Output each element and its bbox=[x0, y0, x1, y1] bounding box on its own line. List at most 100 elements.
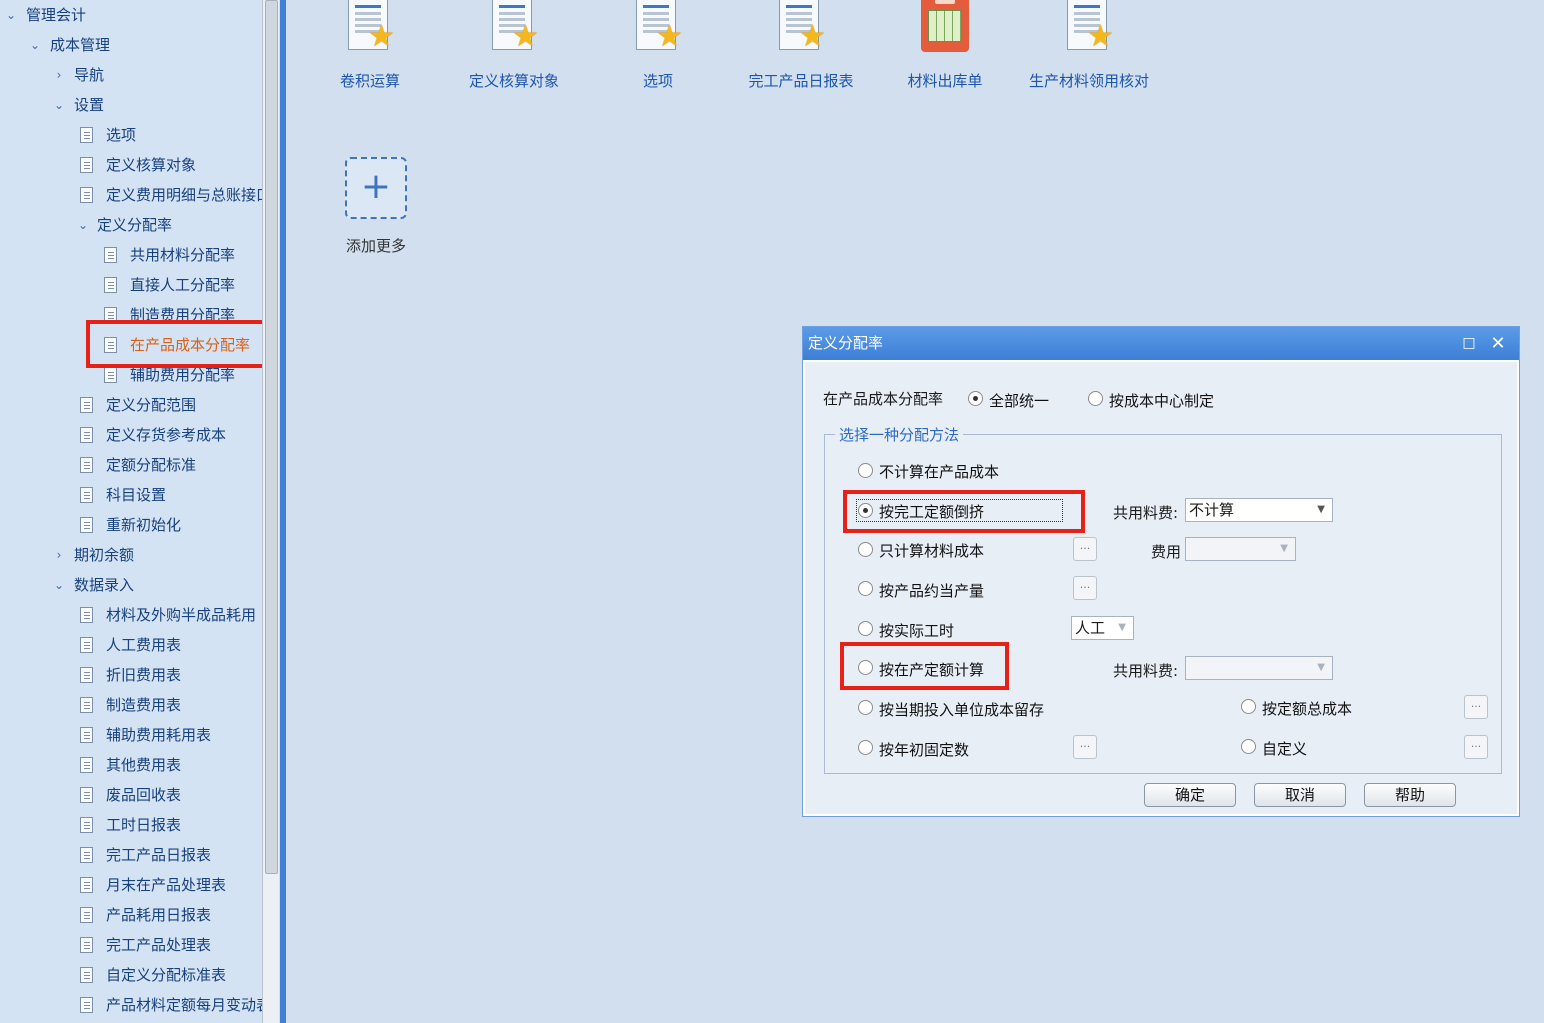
radio-actual-work-hours[interactable] bbox=[858, 621, 873, 636]
document-icon bbox=[80, 907, 93, 923]
shortcut-label: 材料出库单 bbox=[907, 72, 983, 90]
shortcut-label: 选项 bbox=[642, 72, 673, 90]
radio-all-unified[interactable] bbox=[968, 391, 983, 406]
allocation-method-group-title: 选择一种分配方法 bbox=[835, 424, 964, 445]
labor-select-value: 人工 bbox=[1075, 619, 1106, 637]
tree-node-label: 产品耗用日报表 bbox=[106, 906, 212, 924]
shortcut-label: 生产材料领用核对 bbox=[1028, 72, 1149, 90]
shortcut-material-requisition-check[interactable]: ★ 生产材料领用核对 bbox=[1028, 0, 1150, 90]
tree-node-label: 科目设置 bbox=[106, 486, 167, 504]
document-icon bbox=[80, 487, 93, 503]
navigation-tree: ⌄ 管理会计 ⌄ 成本管理 › 导航 ⌄ 设置 选项 定义核算对象 定义费用明细与总账接… bbox=[0, 0, 262, 1023]
add-more-button[interactable]: + bbox=[345, 157, 407, 219]
radio-label-no-wip-cost[interactable]: 不计算在产品成本 bbox=[879, 461, 999, 482]
radio-material-cost-only[interactable] bbox=[858, 542, 873, 557]
sidebar-scrollbar[interactable] bbox=[262, 0, 279, 1023]
tree-node-label: 其他费用表 bbox=[106, 756, 182, 774]
chevron-right-icon[interactable]: › bbox=[52, 540, 66, 570]
dialog-title: 定义分配率 bbox=[808, 334, 884, 352]
radio-label-year-start-fixed[interactable]: 按年初固定数 bbox=[879, 739, 969, 760]
dialog-body: 在产品成本分配率 全部统一 按成本中心制定 选择一种分配方法 不计算在产品成本 … bbox=[805, 362, 1517, 814]
dropdown-arrow-icon: ▼ bbox=[1118, 622, 1126, 633]
document-icon bbox=[80, 727, 93, 743]
document-star-icon: ★ bbox=[630, 0, 686, 56]
tree-node-label: 期初余额 bbox=[74, 546, 135, 564]
document-icon bbox=[80, 877, 93, 893]
custom-ellipsis-button[interactable]: ... bbox=[1464, 735, 1488, 759]
close-icon[interactable]: ✕ bbox=[1487, 327, 1509, 360]
radio-label-quota-total-cost[interactable]: 按定额总成本 bbox=[1262, 698, 1352, 719]
document-star-icon: ★ bbox=[1061, 0, 1117, 56]
chevron-down-icon[interactable]: ⌄ bbox=[4, 0, 18, 30]
scrollbar-thumb[interactable] bbox=[265, 0, 278, 874]
tree-node-label: 定义分配范围 bbox=[106, 396, 197, 414]
shortcut-label: 定义核算对象 bbox=[468, 72, 559, 90]
panel-splitter[interactable] bbox=[280, 0, 286, 1023]
tree-node-label: 定额分配标准 bbox=[106, 456, 197, 474]
radio-custom[interactable] bbox=[1241, 739, 1256, 754]
shared-material-select-2[interactable]: ▼ bbox=[1185, 656, 1333, 680]
tree-node-label: 导航 bbox=[74, 66, 105, 84]
shared-material-select[interactable]: 不计算 ▼ bbox=[1185, 498, 1333, 522]
radio-label-all-unified[interactable]: 全部统一 bbox=[989, 390, 1049, 411]
radio-label-actual-work-hours[interactable]: 按实际工时 bbox=[879, 620, 954, 641]
chevron-down-icon[interactable]: ⌄ bbox=[52, 570, 66, 600]
shortcut-material-outbound[interactable]: 材料出库单 bbox=[870, 0, 1020, 90]
fee-select[interactable]: ▼ bbox=[1185, 537, 1296, 561]
tree-node-label: 定义核算对象 bbox=[106, 156, 197, 174]
document-star-icon: ★ bbox=[342, 0, 398, 56]
radio-label-custom[interactable]: 自定义 bbox=[1262, 738, 1307, 759]
document-icon bbox=[80, 397, 93, 413]
radio-quota-total-cost[interactable] bbox=[1241, 699, 1256, 714]
quota-total-ellipsis-button[interactable]: ... bbox=[1464, 695, 1488, 719]
document-icon bbox=[104, 247, 117, 263]
document-icon bbox=[80, 787, 93, 803]
selected-item-highlight-box bbox=[86, 320, 272, 368]
ok-button[interactable]: 确定 bbox=[1144, 783, 1236, 807]
shortcut-finished-product-daily[interactable]: ★ 完工产品日报表 bbox=[726, 0, 876, 90]
material-cost-ellipsis-button[interactable]: ... bbox=[1073, 537, 1097, 561]
year-start-ellipsis-button[interactable]: ... bbox=[1073, 735, 1097, 759]
tree-node-label: 材料及外购半成品耗用 bbox=[106, 606, 257, 624]
document-icon bbox=[80, 997, 93, 1013]
tree-node-label: 定义存货参考成本 bbox=[106, 426, 227, 444]
radio-label-equivalent-units[interactable]: 按产品约当产量 bbox=[879, 580, 984, 601]
shared-material-select-value: 不计算 bbox=[1189, 501, 1235, 519]
tree-node-label: 定义费用明细与总账接口 bbox=[106, 186, 262, 204]
radio-no-wip-cost[interactable] bbox=[858, 463, 873, 478]
radio-label-material-cost-only[interactable]: 只计算材料成本 bbox=[879, 540, 984, 561]
radio-equivalent-units[interactable] bbox=[858, 581, 873, 596]
document-icon bbox=[80, 517, 93, 533]
help-button[interactable]: 帮助 bbox=[1364, 783, 1456, 807]
tree-node-label: 重新初始化 bbox=[106, 516, 182, 534]
maximize-icon[interactable]: □ bbox=[1459, 327, 1479, 360]
dialog-titlebar[interactable]: 定义分配率 □ ✕ bbox=[803, 327, 1519, 360]
tree-node-label: 工时日报表 bbox=[106, 816, 182, 834]
chevron-right-icon[interactable]: › bbox=[52, 60, 66, 90]
tree-node-label: 废品回收表 bbox=[106, 786, 182, 804]
radio-label-current-unit-cost[interactable]: 按当期投入单位成本留存 bbox=[879, 699, 1044, 720]
chevron-down-icon[interactable]: ⌄ bbox=[76, 210, 90, 240]
cancel-button[interactable]: 取消 bbox=[1254, 783, 1346, 807]
chevron-down-icon[interactable]: ⌄ bbox=[28, 30, 42, 60]
tree-node-label: 定义分配率 bbox=[97, 216, 173, 234]
document-icon bbox=[80, 457, 93, 473]
document-icon bbox=[80, 697, 93, 713]
radio-year-start-fixed[interactable] bbox=[858, 740, 873, 755]
chevron-down-icon[interactable]: ⌄ bbox=[52, 90, 66, 120]
document-icon bbox=[80, 187, 93, 203]
tree-node-label: 完工产品处理表 bbox=[106, 936, 212, 954]
radio-label-by-cost-center[interactable]: 按成本中心制定 bbox=[1109, 390, 1214, 411]
document-icon bbox=[104, 277, 117, 293]
tree-node-label: 数据录入 bbox=[74, 576, 135, 594]
radio-current-unit-cost[interactable] bbox=[858, 700, 873, 715]
shortcut-define-accounting-object[interactable]: ★ 定义核算对象 bbox=[439, 0, 589, 90]
shortcut-convolution[interactable]: ★ 卷积运算 bbox=[295, 0, 445, 90]
shortcut-options[interactable]: ★ 选项 bbox=[583, 0, 733, 90]
document-icon bbox=[80, 427, 93, 443]
radio-by-cost-center[interactable] bbox=[1088, 391, 1103, 406]
dropdown-arrow-icon: ▼ bbox=[1317, 504, 1325, 515]
tree-node-label: 共用材料分配率 bbox=[130, 246, 236, 264]
equivalent-units-ellipsis-button[interactable]: ... bbox=[1073, 576, 1097, 600]
labor-select[interactable]: 人工 ▼ bbox=[1071, 616, 1134, 640]
